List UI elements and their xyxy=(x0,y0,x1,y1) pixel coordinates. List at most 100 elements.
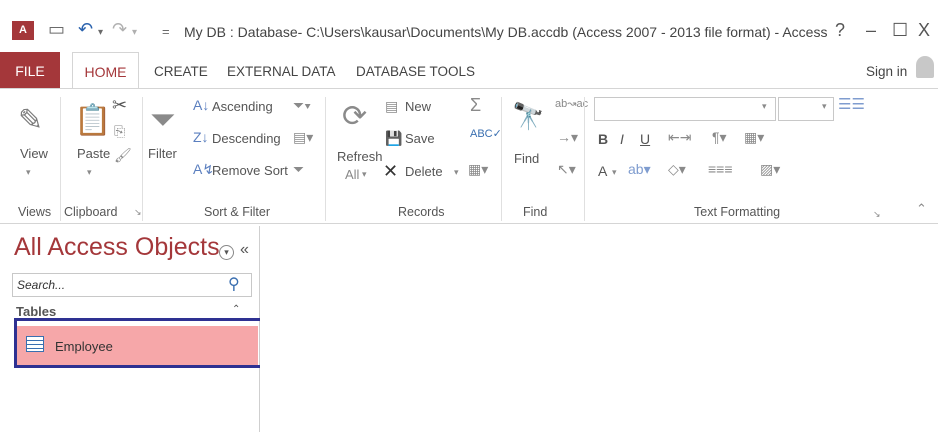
group-divider xyxy=(60,97,61,221)
format-painter-icon[interactable]: 🖌 xyxy=(114,147,132,164)
tab-file[interactable]: FILE xyxy=(0,52,60,88)
refresh-icon[interactable]: ⟳ xyxy=(342,99,367,134)
align-icon[interactable]: ≡≡≡ xyxy=(708,161,733,177)
text-formatting-launcher-icon[interactable]: ↘ xyxy=(873,209,881,220)
maximize-button[interactable]: ☐ xyxy=(892,20,908,41)
paste-button[interactable]: Paste xyxy=(77,146,110,161)
undo-icon[interactable]: ↶ xyxy=(78,19,93,40)
search-placeholder: Search... xyxy=(17,278,66,292)
group-divider xyxy=(142,97,143,221)
help-button[interactable]: ? xyxy=(835,20,845,41)
search-input[interactable]: Search... ⚲ xyxy=(12,273,252,297)
find-icon[interactable]: 🔭 xyxy=(512,101,544,132)
window-title: My DB : Database- C:\Users\kausar\Docume… xyxy=(184,24,828,40)
collapse-ribbon-icon[interactable]: ⌃ xyxy=(916,201,927,217)
font-name-chevron-icon[interactable]: ▾ xyxy=(762,101,767,112)
new-record-button[interactable]: New xyxy=(405,99,431,114)
tab-create[interactable]: CREATE xyxy=(154,64,208,79)
select-icon[interactable]: ↖▾ xyxy=(557,161,576,178)
group-divider xyxy=(584,97,585,221)
records-group-label: Records xyxy=(398,205,445,219)
avatar[interactable] xyxy=(916,56,934,78)
descending-button[interactable]: Descending xyxy=(212,131,281,146)
tab-home[interactable]: HOME xyxy=(72,52,139,88)
redo-icon[interactable]: ↷ xyxy=(112,19,127,40)
refresh-dropdown-icon[interactable]: ▾ xyxy=(362,169,367,180)
delete-icon[interactable]: ✕ xyxy=(383,161,398,182)
undo-dropdown-icon[interactable]: ▾ xyxy=(98,27,103,38)
delete-button[interactable]: Delete xyxy=(405,164,443,179)
collapse-pane-icon[interactable]: « xyxy=(240,241,249,259)
find-group-label: Find xyxy=(523,205,548,219)
highlight-box xyxy=(14,318,267,368)
totals-icon[interactable]: Σ xyxy=(470,95,481,116)
view-dropdown-icon[interactable]: ▾ xyxy=(26,167,31,178)
customize-qat-icon[interactable]: = xyxy=(162,24,170,39)
cut-icon[interactable]: ✂ xyxy=(112,95,127,116)
remove-sort-button[interactable]: Remove Sort xyxy=(212,163,288,178)
save-icon[interactable]: ▭ xyxy=(48,19,65,40)
redo-dropdown-icon[interactable]: ▾ xyxy=(132,27,137,38)
section-header-tables[interactable]: Tables xyxy=(16,304,56,319)
paragraph-icon[interactable]: ¶▾ xyxy=(712,129,727,146)
text-formatting-group-label: Text Formatting xyxy=(694,205,781,219)
fill-color-icon[interactable]: ◇▾ xyxy=(668,161,686,178)
ribbon-tabs: FILE HOME CREATE EXTERNAL DATA DATABASE … xyxy=(0,52,938,88)
alt-fill-icon[interactable]: ▨▾ xyxy=(760,161,780,178)
paste-icon[interactable]: 📋 xyxy=(74,103,111,138)
indent-icon[interactable]: ⇤⇥ xyxy=(668,129,691,146)
filter-icon[interactable]: ⏷ xyxy=(150,101,176,139)
sign-in-link[interactable]: Sign in xyxy=(866,64,907,79)
views-group-label: Views xyxy=(18,205,52,219)
access-app-icon[interactable]: A xyxy=(12,21,34,40)
view-icon[interactable]: ✎ xyxy=(18,103,43,138)
ascending-button[interactable]: Ascending xyxy=(212,99,273,114)
sort-ascending-icon[interactable]: A↓ xyxy=(193,97,209,113)
underline-button[interactable]: U xyxy=(640,131,650,147)
delete-dropdown-icon[interactable]: ▾ xyxy=(454,167,459,178)
minimize-button[interactable]: – xyxy=(866,20,876,41)
sort-descending-icon[interactable]: Z↓ xyxy=(193,129,209,145)
font-color-dropdown-icon[interactable]: ▾ xyxy=(612,167,617,178)
tab-database-tools[interactable]: DATABASE TOOLS xyxy=(356,64,475,79)
clipboard-group-label: Clipboard xyxy=(64,205,118,219)
bold-button[interactable]: B xyxy=(598,131,608,147)
chevron-up-icon[interactable]: ⌃ xyxy=(232,304,240,315)
view-button[interactable]: View xyxy=(20,146,48,161)
ribbon: ✎ View ▾ Views 📋 ✂ ⎘ 🖌 Paste ▾ Clipboard… xyxy=(0,88,938,224)
italic-button[interactable]: I xyxy=(620,131,624,147)
spelling-icon[interactable]: ABC✓ xyxy=(470,127,502,140)
search-icon[interactable]: ⚲ xyxy=(228,274,240,294)
copy-icon[interactable]: ⎘ xyxy=(114,123,125,140)
selection-filter-icon[interactable]: ⏷▾ xyxy=(293,97,311,114)
find-button[interactable]: Find xyxy=(514,151,539,166)
more-records-icon[interactable]: ▦▾ xyxy=(468,161,488,178)
font-size-chevron-icon[interactable]: ▾ xyxy=(822,101,827,112)
new-record-icon[interactable]: ▤ xyxy=(385,98,398,115)
toggle-filter-icon[interactable]: ⏷ xyxy=(293,161,304,178)
clipboard-launcher-icon[interactable]: ↘ xyxy=(134,207,142,218)
close-button[interactable]: X xyxy=(918,20,930,41)
title-bar: A ▭ ↶ ▾ ↷ ▾ = My DB : Database- C:\Users… xyxy=(0,0,938,46)
tab-external-data[interactable]: EXTERNAL DATA xyxy=(227,64,336,79)
paste-dropdown-icon[interactable]: ▾ xyxy=(87,167,92,178)
refresh-all-button[interactable]: Refresh xyxy=(337,149,383,164)
nav-pane-title[interactable]: All Access Objects xyxy=(14,233,220,262)
go-to-icon[interactable]: →▾ xyxy=(557,129,578,146)
group-divider xyxy=(325,97,326,221)
bullets-icon[interactable]: ☰☰ xyxy=(838,95,865,113)
font-name-dropdown[interactable] xyxy=(594,97,776,121)
save-record-icon[interactable]: 💾 xyxy=(385,130,402,147)
document-workspace xyxy=(260,226,938,432)
filter-button[interactable]: Filter xyxy=(148,146,177,161)
group-divider xyxy=(501,97,502,221)
sort-filter-group-label: Sort & Filter xyxy=(204,205,270,219)
remove-sort-icon[interactable]: A↯ xyxy=(193,161,214,178)
save-record-button[interactable]: Save xyxy=(405,131,435,146)
gridlines-icon[interactable]: ▦▾ xyxy=(744,129,764,146)
highlight-color-icon[interactable]: ab▾ xyxy=(628,161,651,178)
advanced-filter-icon[interactable]: ▤▾ xyxy=(293,129,313,146)
font-color-button[interactable]: A xyxy=(598,163,607,179)
nav-menu-icon[interactable]: ▾ xyxy=(219,245,234,260)
refresh-all-sub[interactable]: All xyxy=(345,167,359,182)
